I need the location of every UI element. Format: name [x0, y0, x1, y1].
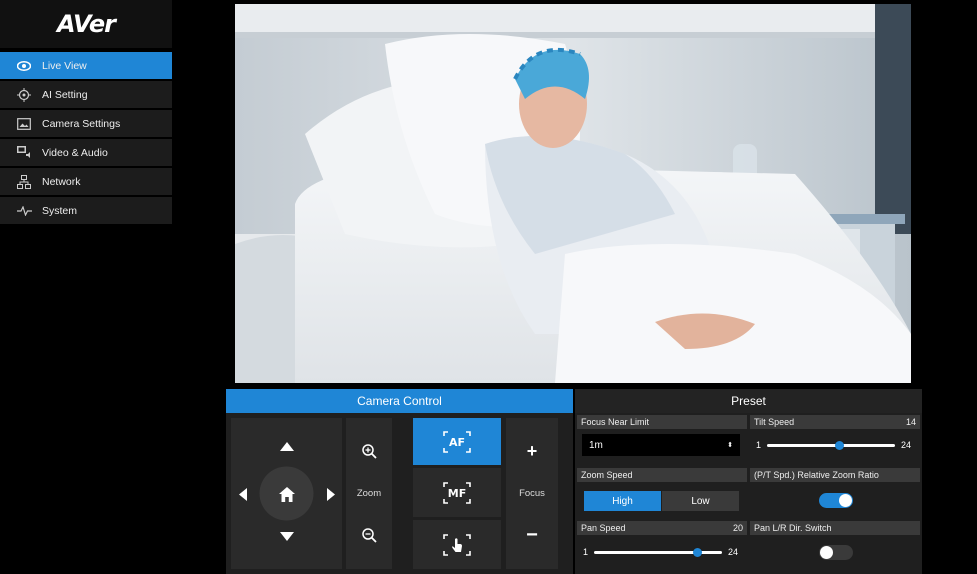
- touch-focus-icon: [443, 533, 471, 556]
- arrow-up-icon: [280, 441, 294, 451]
- toggle-knob: [820, 546, 833, 559]
- sidebar-item-label: Video & Audio: [42, 146, 108, 159]
- tilt-speed-slider[interactable]: [767, 440, 896, 450]
- zoom-speed-low-option[interactable]: Low: [662, 491, 739, 511]
- slider-thumb[interactable]: [834, 440, 844, 450]
- pan-right-button[interactable]: [322, 483, 340, 505]
- manual-focus-button[interactable]: MF: [413, 468, 501, 517]
- aver-logo: AVer: [0, 0, 172, 48]
- arrow-right-icon: [327, 487, 335, 501]
- target-icon: [16, 87, 32, 102]
- sidebar: AVer Live View AI Setting Camera Setting…: [0, 0, 172, 574]
- sidebar-item-label: Camera Settings: [42, 117, 121, 130]
- pan-dir-switch-toggle[interactable]: [819, 545, 853, 560]
- tilt-speed-slider-row: 1 24: [756, 440, 916, 450]
- select-caret-icon: ⬍: [727, 442, 733, 449]
- zoom-in-button[interactable]: [346, 436, 392, 466]
- sidebar-item-label: System: [42, 204, 78, 217]
- tab-label: Camera Control: [357, 394, 442, 408]
- pan-up-button[interactable]: [276, 436, 298, 456]
- sidebar-item-label: Network: [42, 175, 81, 188]
- zoom-in-icon: [361, 443, 377, 459]
- zoom-out-button[interactable]: [346, 520, 392, 550]
- zoom-out-icon: [361, 527, 377, 543]
- slider-min: 1: [583, 547, 589, 557]
- pan-speed-label: Pan Speed: [581, 523, 626, 533]
- focus-near-limit-label: Focus Near Limit: [581, 417, 650, 427]
- relative-zoom-header: (P/T Spd.) Relative Zoom Ratio: [750, 468, 920, 482]
- tilt-speed-header: Tilt Speed 14: [750, 415, 920, 429]
- mf-icon: MF: [443, 481, 471, 504]
- sidebar-item-live-view[interactable]: Live View: [0, 52, 172, 80]
- sidebar-item-label: AI Setting: [42, 88, 88, 101]
- sidebar-item-video-audio[interactable]: Video & Audio: [0, 139, 172, 167]
- sidebar-item-camera-settings[interactable]: Camera Settings: [0, 110, 172, 138]
- image-icon: [16, 117, 32, 131]
- pan-left-button[interactable]: [234, 483, 252, 505]
- select-value: 1m: [589, 439, 603, 451]
- sidebar-item-label: Live View: [42, 59, 87, 72]
- sidebar-item-ai-setting[interactable]: AI Setting: [0, 81, 172, 109]
- relative-zoom-toggle[interactable]: [819, 493, 853, 508]
- slider-min: 1: [756, 440, 762, 450]
- pan-dir-switch-header: Pan L/R Dir. Switch: [750, 521, 920, 535]
- tilt-speed-value: 14: [905, 417, 916, 427]
- arrow-down-icon: [280, 531, 294, 541]
- eye-icon: [16, 59, 32, 73]
- zoom-speed-header: Zoom Speed: [577, 468, 747, 482]
- pan-speed-slider-row: 1 24: [583, 547, 743, 557]
- focus-far-button[interactable]: −: [506, 520, 558, 550]
- svg-text:MF: MF: [448, 487, 466, 500]
- zoom-speed-label: Zoom Speed: [581, 470, 633, 480]
- pan-speed-slider[interactable]: [594, 547, 723, 557]
- svg-text:AF: AF: [449, 436, 465, 449]
- home-icon: [279, 486, 295, 502]
- tilt-speed-label: Tilt Speed: [754, 417, 795, 427]
- zoom-label: Zoom: [356, 487, 382, 499]
- sidebar-item-system[interactable]: System: [0, 197, 172, 225]
- video-audio-icon: [16, 146, 32, 160]
- af-icon: AF: [443, 430, 471, 453]
- focus-near-limit-header: Focus Near Limit: [577, 415, 747, 429]
- toggle-knob: [839, 494, 852, 507]
- pan-speed-value: 20: [732, 523, 743, 533]
- pan-speed-header: Pan Speed 20: [577, 521, 747, 535]
- pan-dir-switch-label: Pan L/R Dir. Switch: [754, 523, 832, 533]
- tab-camera-control[interactable]: Camera Control: [226, 389, 573, 413]
- slider-thumb[interactable]: [692, 547, 702, 557]
- relative-zoom-label: (P/T Spd.) Relative Zoom Ratio: [754, 470, 879, 480]
- tab-label: Preset: [731, 394, 766, 408]
- sidebar-item-network[interactable]: Network: [0, 168, 172, 196]
- touch-focus-button[interactable]: [413, 520, 501, 569]
- arrow-left-icon: [239, 487, 247, 501]
- pulse-icon: [16, 204, 32, 218]
- live-video-feed: [235, 4, 911, 383]
- slider-max: 24: [901, 440, 912, 450]
- zoom-speed-high-option[interactable]: High: [584, 491, 661, 511]
- pan-down-button[interactable]: [276, 526, 298, 546]
- network-icon: [16, 174, 32, 189]
- tab-preset[interactable]: Preset: [575, 389, 922, 413]
- home-button[interactable]: [272, 479, 302, 509]
- focus-near-limit-select[interactable]: 1m ⬍: [582, 434, 740, 456]
- slider-max: 24: [728, 547, 739, 557]
- auto-focus-button[interactable]: AF: [413, 418, 501, 465]
- focus-near-button[interactable]: +: [506, 436, 558, 466]
- focus-label: Focus: [519, 487, 545, 499]
